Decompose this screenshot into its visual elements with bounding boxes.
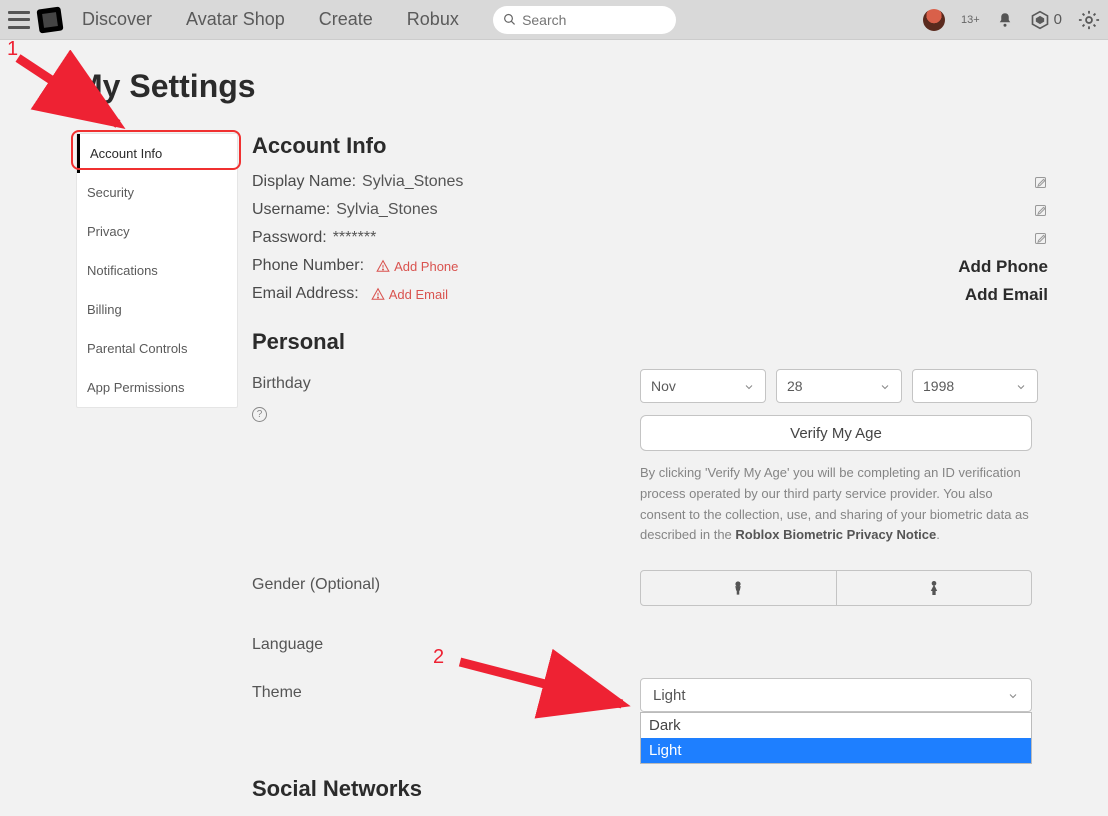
- biometric-privacy-link[interactable]: Roblox Biometric Privacy Notice: [735, 527, 936, 542]
- annotation-number-1: 1: [7, 38, 18, 61]
- sidebar-item-security[interactable]: Security: [77, 173, 237, 212]
- display-name-value: Sylvia_Stones: [362, 173, 463, 191]
- edit-display-name-icon[interactable]: [1033, 175, 1048, 190]
- username-label: Username:: [252, 201, 330, 219]
- chevron-down-icon: [1007, 689, 1019, 701]
- edit-password-icon[interactable]: [1033, 231, 1048, 246]
- page-title: My Settings: [76, 68, 1048, 105]
- password-label: Password:: [252, 229, 327, 247]
- settings-sidebar: Account Info Security Privacy Notificati…: [76, 133, 238, 408]
- top-navbar: Discover Avatar Shop Create Robux 13+ 0: [0, 0, 1108, 40]
- gender-female-button[interactable]: [836, 571, 1032, 605]
- birthday-controls: Nov 28 1998 Verify My Age: [640, 369, 1048, 546]
- settings-icon[interactable]: [1078, 9, 1100, 31]
- nav-robux[interactable]: Robux: [407, 9, 459, 30]
- roblox-logo-icon[interactable]: [36, 6, 63, 33]
- theme-dropdown: Dark Light: [640, 712, 1032, 764]
- chevron-down-icon: [743, 380, 755, 392]
- gender-toggle: [640, 570, 1032, 606]
- row-display-name: Display Name: Sylvia_Stones: [252, 173, 1048, 191]
- theme-label: Theme: [252, 678, 632, 702]
- theme-select[interactable]: Light: [640, 678, 1032, 712]
- phone-label: Phone Number:: [252, 257, 364, 275]
- username-value: Sylvia_Stones: [336, 201, 437, 219]
- notifications-icon[interactable]: [996, 11, 1014, 29]
- search-box[interactable]: [493, 6, 676, 34]
- birthday-day-select[interactable]: 28: [776, 369, 902, 403]
- sidebar-item-account-info[interactable]: Account Info: [77, 134, 237, 173]
- robux-icon: [1030, 10, 1050, 30]
- section-personal: Personal: [252, 329, 1048, 355]
- male-icon: [730, 579, 746, 597]
- row-phone: Phone Number: Add Phone Add Phone: [252, 257, 1048, 275]
- settings-main: Account Info Display Name: Sylvia_Stones…: [250, 133, 1048, 816]
- gender-male-button[interactable]: [641, 571, 836, 605]
- gender-label: Gender (Optional): [252, 570, 632, 594]
- sidebar-item-app-permissions[interactable]: App Permissions: [77, 368, 237, 407]
- edit-username-icon[interactable]: [1033, 203, 1048, 218]
- theme-option-dark[interactable]: Dark: [641, 713, 1031, 738]
- annotation-number-2: 2: [433, 646, 444, 669]
- row-password: Password: *******: [252, 229, 1048, 247]
- display-name-label: Display Name:: [252, 173, 356, 191]
- sidebar-item-billing[interactable]: Billing: [77, 290, 237, 329]
- add-email-warning-link[interactable]: Add Email: [371, 287, 448, 302]
- robux-balance[interactable]: 0: [1030, 10, 1062, 30]
- nav-avatar-shop[interactable]: Avatar Shop: [186, 9, 285, 30]
- help-icon[interactable]: ?: [252, 407, 267, 422]
- sidebar-item-privacy[interactable]: Privacy: [77, 212, 237, 251]
- avatar-icon[interactable]: [923, 9, 945, 31]
- age-badge: 13+: [961, 14, 980, 26]
- add-phone-button[interactable]: Add Phone: [958, 257, 1048, 277]
- email-label: Email Address:: [252, 285, 359, 303]
- birthday-label: Birthday: [252, 369, 632, 393]
- add-phone-warning-link[interactable]: Add Phone: [376, 259, 458, 274]
- birthday-year-select[interactable]: 1998: [912, 369, 1038, 403]
- birthday-label-cell: Birthday ?: [252, 369, 632, 422]
- sidebar-item-parental-controls[interactable]: Parental Controls: [77, 329, 237, 368]
- nav-create[interactable]: Create: [319, 9, 373, 30]
- verify-age-disclaimer: By clicking 'Verify My Age' you will be …: [640, 463, 1032, 546]
- row-email: Email Address: Add Email Add Email: [252, 285, 1048, 303]
- theme-option-light[interactable]: Light: [641, 738, 1031, 763]
- robux-count: 0: [1054, 11, 1062, 28]
- sidebar-item-notifications[interactable]: Notifications: [77, 251, 237, 290]
- section-account-info: Account Info: [252, 133, 1048, 159]
- chevron-down-icon: [1015, 380, 1027, 392]
- section-social-networks: Social Networks: [252, 776, 1048, 802]
- password-value: *******: [333, 229, 377, 247]
- chevron-down-icon: [879, 380, 891, 392]
- nav-discover[interactable]: Discover: [82, 9, 152, 30]
- warning-icon: [376, 259, 390, 273]
- birthday-month-select[interactable]: Nov: [640, 369, 766, 403]
- row-username: Username: Sylvia_Stones: [252, 201, 1048, 219]
- nav-links: Discover Avatar Shop Create Robux: [82, 9, 459, 30]
- search-icon: [503, 12, 516, 27]
- verify-age-button[interactable]: Verify My Age: [640, 415, 1032, 451]
- add-email-button[interactable]: Add Email: [965, 285, 1048, 305]
- warning-icon: [371, 287, 385, 301]
- search-input[interactable]: [522, 12, 666, 28]
- menu-icon[interactable]: [8, 11, 30, 29]
- female-icon: [926, 579, 942, 597]
